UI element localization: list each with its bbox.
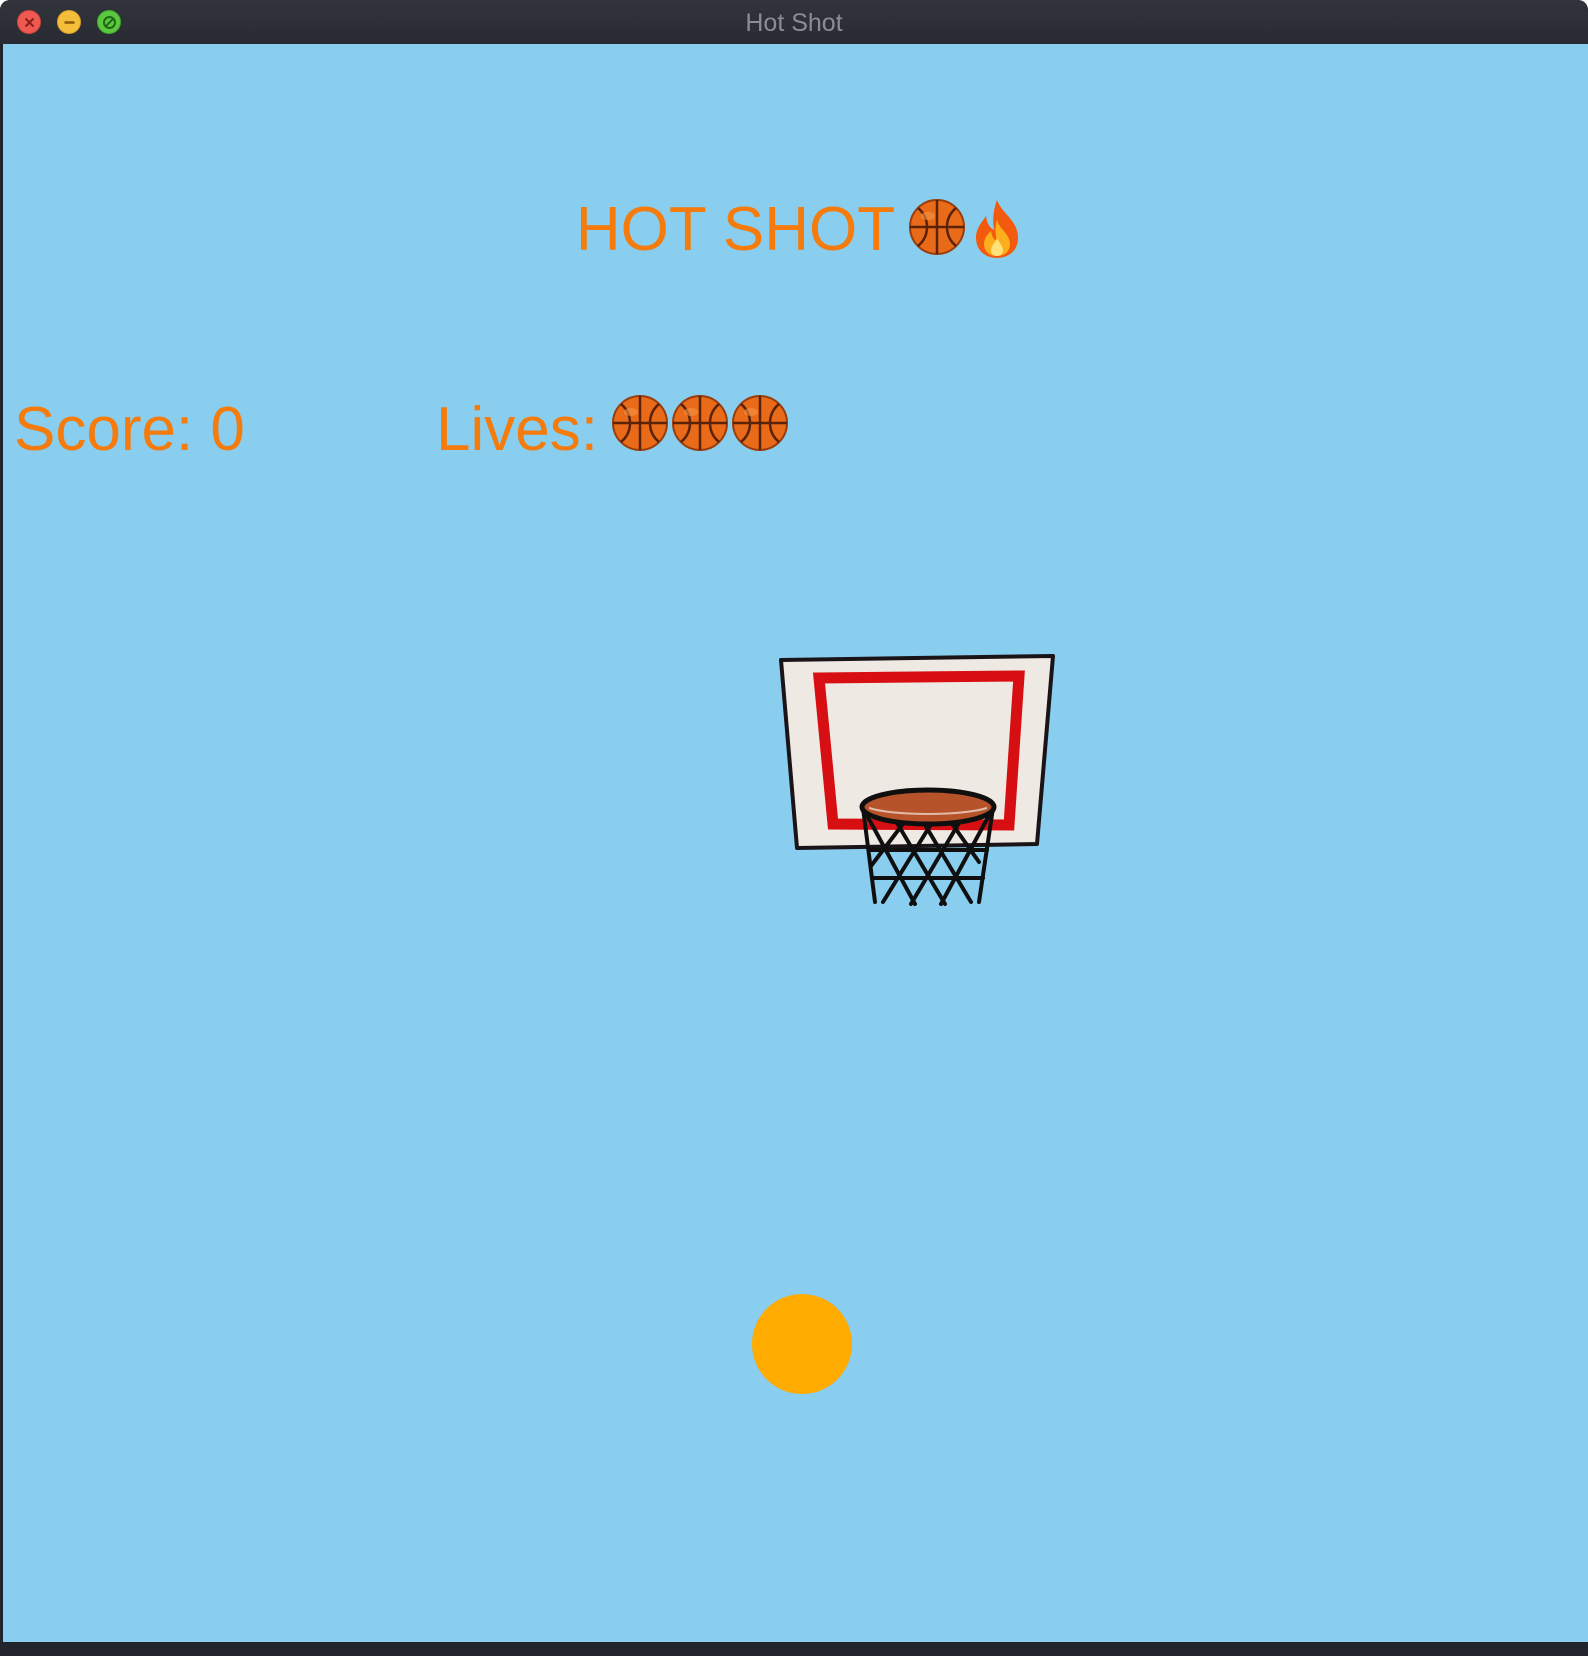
game-title: HOT SHOT <box>3 194 1588 265</box>
rim <box>859 787 997 827</box>
game-title-text: HOT SHOT <box>575 195 896 264</box>
title-bar: Hot Shot <box>0 0 1588 45</box>
lives-icons <box>611 394 791 454</box>
player-ball[interactable] <box>752 1294 852 1394</box>
basketball-icon <box>908 198 966 261</box>
score-display: Score: 0 <box>14 395 245 464</box>
fire-icon <box>970 198 1024 265</box>
basketball-hoop <box>779 654 1055 906</box>
title-icons <box>908 198 1024 265</box>
app-window: Hot Shot HOT SHOT Score: 0 Lives: <box>0 0 1588 1656</box>
life-basketball-icon <box>611 394 669 452</box>
window-title: Hot Shot <box>745 9 843 37</box>
lives-label: Lives: <box>436 395 598 464</box>
life-basketball-icon <box>671 394 729 452</box>
life-basketball-icon <box>731 394 789 452</box>
game-canvas[interactable]: HOT SHOT Score: 0 Lives: <box>3 44 1588 1642</box>
